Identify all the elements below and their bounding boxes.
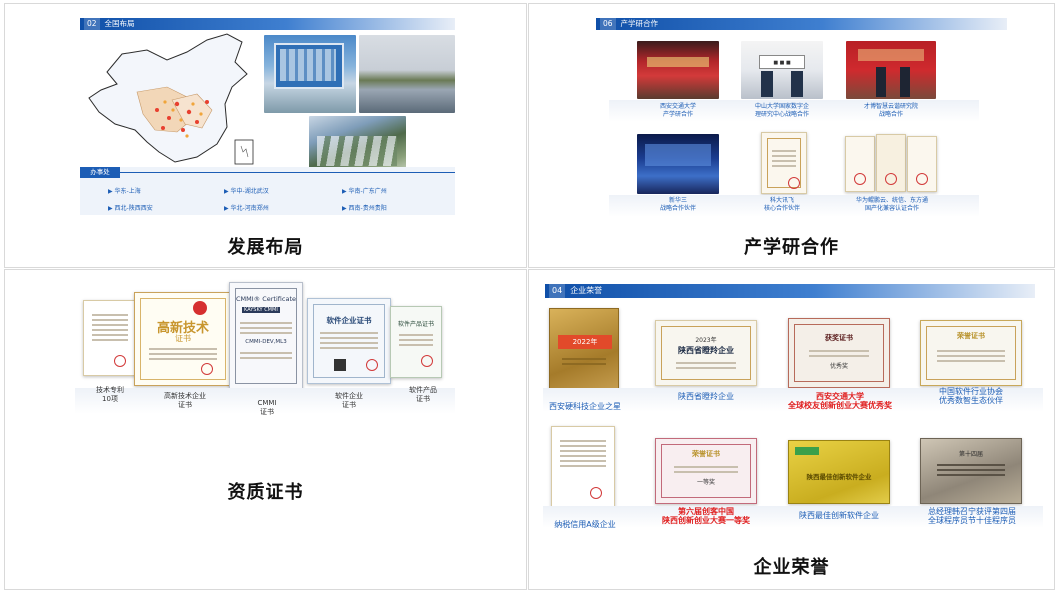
cert-patent	[83, 300, 137, 376]
section-title: 产学研合作	[620, 19, 659, 28]
caption-caibo: 才博智慧云谐研究院 战略合作	[863, 103, 918, 118]
caption-programmer: 总经理韩召宁获评第四届 全球程序员节十佳程序员	[928, 507, 1016, 525]
office-item: ▶ 华东-上海	[108, 188, 141, 195]
caption-sysu: 中山大学国家数字企 理研究中心战略合作	[754, 103, 809, 118]
hitech-sub: 证书	[175, 334, 191, 343]
cert-software-enterprise: 软件企业证书	[307, 298, 391, 384]
section-bar-research: 06 产学研合作	[596, 18, 1007, 30]
section-number: 06	[600, 18, 616, 30]
product-title: 软件产品证书	[397, 321, 434, 328]
panel-industry-research: 06 产学研合作 ■ ■ ■ 西安交通大学 产学研合作 中山大学国家数字企 理研究中心…	[528, 3, 1055, 268]
office-tag: 办事处	[80, 167, 120, 178]
cmmi-brand: KAYSKY CMMI	[242, 307, 280, 313]
caption-xjtu: 西安交通大学 产学研合作	[659, 103, 696, 118]
panel-title: 企业荣誉	[753, 557, 830, 578]
photo-h3c	[637, 134, 719, 194]
panel-honors: 04 企业荣誉 2022年 2023年 陕西省瞪羚企业 获奖证书 优秀奖 荣誉证书…	[528, 269, 1055, 590]
office-item: ▶ 西南-贵州贵阳	[342, 205, 387, 212]
section-bar-layout: 02 全国布局	[80, 18, 455, 30]
certs-huawei-group	[845, 134, 937, 194]
honor-best-innovation: 陕西最佳创新软件企业	[788, 440, 890, 504]
caption-best-innovation: 陕西最佳创新软件企业	[799, 511, 879, 520]
label-soft: 软件企业 证书	[335, 392, 363, 409]
panel-title: 资质证书	[227, 482, 304, 503]
photo-campus	[309, 116, 406, 174]
panel-title: 产学研合作	[744, 237, 839, 258]
panel-title: 发展布局	[227, 237, 304, 258]
label-cmmi: CMMI 证书	[257, 399, 277, 416]
panel-development-layout: 02 全国布局 办事处 ▶ 华东-上海 ▶ 华中-湖北武汉 ▶ 华南-广东广州	[4, 3, 527, 268]
section-bar-honors: 04 企业荣誉	[545, 284, 1035, 298]
photo-xjtu	[637, 41, 719, 99]
honor-csia: 荣誉证书	[920, 320, 1022, 386]
panel-qualification: 高新技术 证书 CMMI® Certificate KAYSKY CMMI CM…	[4, 269, 527, 590]
cert-cmmi: CMMI® Certificate KAYSKY CMMI CMMI-DEV,M…	[229, 282, 303, 390]
honor-maker-china: 荣誉证书 一等奖	[655, 438, 757, 504]
caption-maker-china: 第六届创客中国 陕西创新创业大赛一等奖	[662, 507, 750, 525]
photo-lake	[359, 35, 455, 113]
photo-exhibition	[264, 35, 356, 113]
office-item: ▶ 华中-湖北武汉	[224, 188, 269, 195]
cmmi-level: CMMI-DEV,ML3	[245, 339, 287, 345]
section-number: 02	[84, 18, 100, 30]
photo-caibo	[846, 41, 936, 99]
caption-csia: 中国软件行业协会 优秀数智生态伙伴	[939, 387, 1003, 405]
caption-iflytek: 科大讯飞 核心合作伙伴	[763, 197, 800, 212]
caption-huawei: 华为鲲鹏云、统信、东方通 国产化兼容认证合作	[855, 197, 928, 212]
caption-h3c: 新华三 战略合作伙伴	[659, 197, 696, 212]
cert-hitech: 高新技术 证书	[134, 292, 232, 386]
section-title: 企业荣誉	[570, 286, 603, 295]
honor-hardtech-star: 2022年	[549, 308, 619, 396]
honor-tax-credit	[551, 426, 615, 516]
cmmi-title: CMMI® Certificate	[235, 295, 296, 303]
office-item: ▶ 华南-广东广州	[342, 188, 387, 195]
office-item: ▶ 西北-陕西西安	[108, 205, 153, 212]
caption-xjtu-alumni: 西安交通大学 全球校友创新创业大赛优秀奖	[788, 392, 892, 410]
photo-sysu: ■ ■ ■	[741, 41, 823, 99]
caption-hardtech-star: 西安硬科技企业之星	[549, 402, 621, 411]
cert-software-product: 软件产品证书	[390, 306, 442, 378]
china-map	[88, 33, 254, 165]
caption-gazelle: 陕西省瞪羚企业	[678, 392, 734, 401]
soft-title: 软件企业证书	[326, 316, 372, 325]
honor-xjtu-alumni: 获奖证书 优秀奖	[788, 318, 890, 388]
cert-iflytek	[761, 132, 807, 194]
label-patent: 技术专利 10项	[96, 386, 124, 403]
section-number: 04	[549, 284, 566, 298]
label-product: 软件产品 证书	[409, 386, 437, 403]
section-title: 全国布局	[104, 19, 135, 28]
label-hitech: 高新技术企业 证书	[164, 392, 206, 409]
honor-programmer: 第十四届	[920, 438, 1022, 504]
honor-gazelle: 2023年 陕西省瞪羚企业	[655, 320, 757, 386]
caption-tax-credit: 纳税信用A级企业	[554, 520, 616, 529]
office-item: ▶ 华北-河南郑州	[224, 205, 269, 212]
